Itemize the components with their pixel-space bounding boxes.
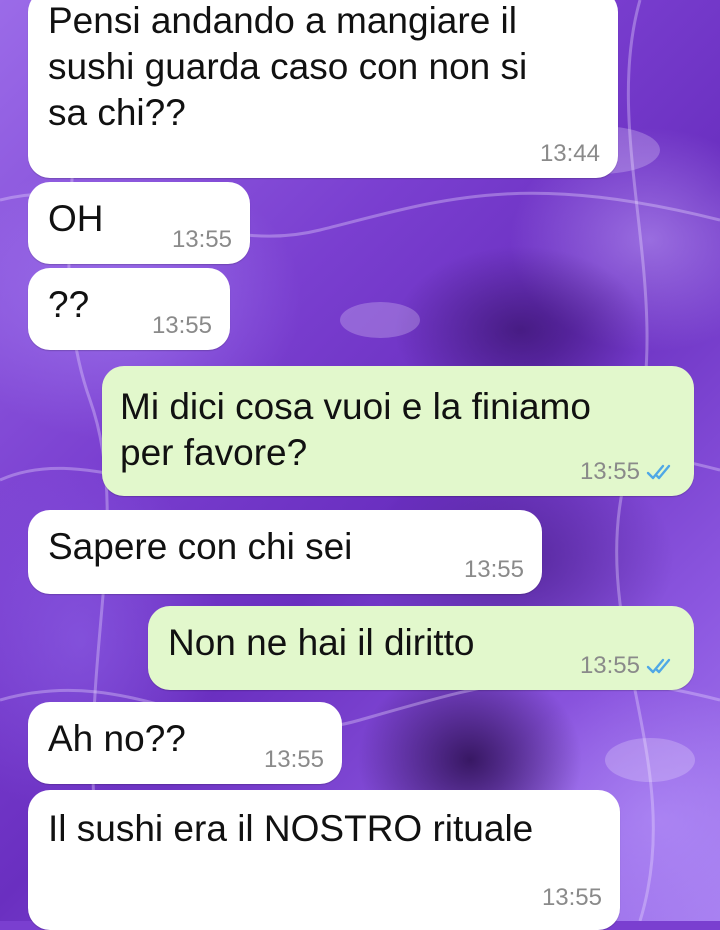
- chat-thread[interactable]: Pensi andando a mangiare il sushi guarda…: [0, 0, 720, 930]
- message-meta: 13:44: [540, 140, 600, 168]
- message-text: ??: [48, 284, 90, 325]
- message-meta: 13:55: [152, 312, 212, 340]
- message-bubble-incoming[interactable]: ?? 13:55: [28, 268, 230, 350]
- message-text: Pensi andando a mangiare il sushi guarda…: [48, 0, 528, 133]
- message-meta: 13:55: [542, 884, 602, 912]
- message-time: 13:55: [463, 556, 524, 583]
- message-text: Il sushi era il NOSTRO rituale: [48, 808, 534, 849]
- double-check-read-icon: [646, 464, 671, 480]
- message-text: OH: [48, 198, 104, 239]
- message-bubble-incoming[interactable]: OH 13:55: [28, 182, 250, 264]
- message-text: Ah no??: [48, 718, 186, 759]
- message-meta: 13:55: [172, 226, 232, 254]
- message-bubble-incoming[interactable]: Ah no?? 13:55: [28, 702, 342, 784]
- message-text: Mi dici cosa vuoi e la finiamo per favor…: [120, 386, 591, 473]
- message-bubble-incoming[interactable]: Pensi andando a mangiare il sushi guarda…: [28, 0, 618, 178]
- message-meta: 13:55: [464, 556, 524, 584]
- message-time: 13:55: [263, 746, 324, 773]
- message-text: Non ne hai il diritto: [168, 622, 475, 663]
- message-bubble-incoming[interactable]: Sapere con chi sei 13:55: [28, 510, 542, 594]
- message-time: 13:55: [579, 458, 640, 485]
- message-time: 13:55: [541, 884, 602, 911]
- message-time: 13:55: [151, 312, 212, 339]
- message-bubble-outgoing[interactable]: Mi dici cosa vuoi e la finiamo per favor…: [102, 366, 694, 496]
- message-meta: 13:55: [264, 746, 324, 774]
- message-text: Sapere con chi sei: [48, 526, 353, 567]
- message-time: 13:55: [171, 226, 232, 253]
- message-bubble-incoming[interactable]: Il sushi era il NOSTRO rituale 13:55: [28, 790, 620, 930]
- message-meta: 13:55: [580, 458, 676, 486]
- double-check-read-icon: [646, 658, 671, 674]
- message-time: 13:44: [539, 140, 600, 167]
- message-bubble-outgoing[interactable]: Non ne hai il diritto 13:55: [148, 606, 694, 690]
- message-meta: 13:55: [580, 652, 676, 680]
- message-time: 13:55: [579, 652, 640, 679]
